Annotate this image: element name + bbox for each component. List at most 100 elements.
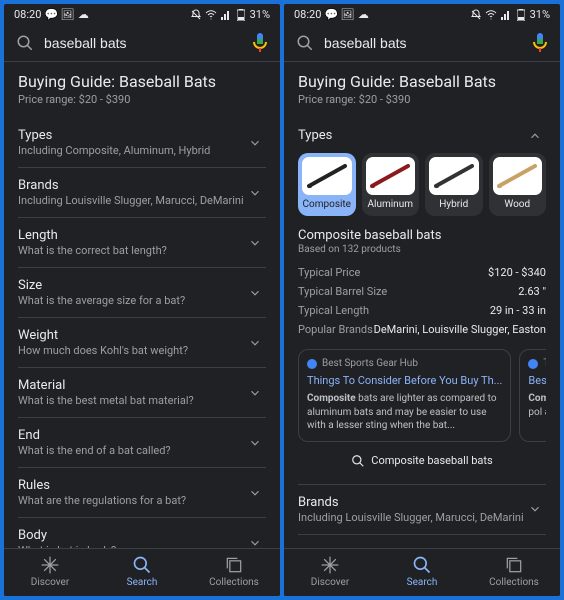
section-types[interactable]: TypesIncluding Composite, Aluminum, Hybr… (18, 118, 266, 168)
section-material[interactable]: MaterialWhat is the best metal bat mater… (18, 368, 266, 418)
nav-label: Collections (489, 577, 539, 588)
battery-icon (515, 9, 527, 21)
content-area[interactable]: Buying Guide: Baseball Bats Price range:… (284, 62, 560, 548)
chevron-up-icon[interactable] (524, 129, 546, 143)
collections-icon (224, 555, 244, 575)
chevron-down-icon[interactable] (524, 502, 546, 516)
search-input[interactable] (324, 35, 522, 51)
nav-discover[interactable]: Discover (4, 549, 96, 596)
search-bar (284, 25, 560, 62)
chat-icon: 💬 (45, 9, 57, 21)
card-title: Things To Consider Before You Buy Th... (307, 374, 502, 387)
status-time: 08:20 (294, 8, 321, 21)
section-title: Types (298, 128, 524, 143)
bat-image (366, 157, 416, 195)
guide-title: Buying Guide: Baseball Bats (18, 72, 266, 91)
chevron-down-icon[interactable] (244, 486, 266, 500)
section-title: Size (18, 278, 244, 293)
section-sub: Including Louisville Slugger, Marucci, D… (298, 511, 524, 524)
type-tiles: Composite Aluminum HybridWood (298, 153, 546, 216)
nav-collections[interactable]: Collections (188, 549, 280, 596)
battery-pct: 31% (250, 8, 270, 21)
section-title: Types (18, 128, 244, 143)
card-title: Best baseball ba (528, 374, 546, 387)
chevron-down-icon[interactable] (244, 386, 266, 400)
nav-label: Search (407, 577, 438, 588)
card-source: Best Sports Gear Hub (307, 358, 502, 369)
type-tile-hybrid[interactable]: Hybrid (425, 153, 483, 216)
voice-search-icon[interactable] (252, 33, 268, 53)
detail-label: Typical Barrel Size (298, 285, 387, 298)
section-body[interactable]: BodyWhat is bat in body? (18, 518, 266, 548)
nav-search[interactable]: Search (376, 549, 468, 596)
section-brands[interactable]: Brands Including Louisville Slugger, Mar… (298, 485, 546, 535)
section-sub: How much does Kohl's bat weight? (18, 344, 244, 357)
section-brands[interactable]: BrandsIncluding Louisville Slugger, Maru… (18, 168, 266, 218)
tile-label: Aluminum (368, 199, 413, 210)
section-sub: Including Louisville Slugger, Marucci, D… (18, 194, 244, 207)
chevron-down-icon[interactable] (244, 136, 266, 150)
detail-label: Popular Brands (298, 323, 373, 336)
content-area[interactable]: Buying Guide: Baseball Bats Price range:… (4, 62, 280, 548)
result-card[interactable]: Best Sports Gear Hub Things To Consider B… (298, 349, 511, 442)
section-title: Length (18, 228, 244, 243)
chevron-down-icon[interactable] (244, 436, 266, 450)
search-icon[interactable] (296, 34, 314, 52)
detail-value: $120 - $340 (488, 266, 546, 279)
type-tile-wood[interactable]: Wood (489, 153, 547, 216)
search-input[interactable] (44, 35, 242, 51)
section-title: Brands (18, 178, 244, 193)
collections-icon (504, 555, 524, 575)
section-title: Rules (18, 478, 244, 493)
detail-row: Typical Length29 in - 33 in (298, 301, 546, 320)
composite-search-link[interactable]: Composite baseball bats (298, 454, 546, 468)
section-sub: Including Composite, Aluminum, Hybrid (18, 144, 244, 157)
section-length[interactable]: LengthWhat is the correct bat length? (18, 218, 266, 268)
image-icon: 🖼 (341, 9, 353, 21)
result-cards[interactable]: Best Sports Gear Hub Things To Consider B… (298, 349, 546, 442)
nav-label: Search (127, 577, 158, 588)
nav-label: Discover (311, 577, 350, 588)
phone-right: 08:20 💬 🖼 ☁ 31% Buying Guide: Baseball B… (284, 4, 560, 596)
search-icon[interactable] (16, 34, 34, 52)
type-tile-composite[interactable]: Composite (298, 153, 356, 216)
result-card[interactable]: Tom LodziakBest baseball baComposite bat… (519, 349, 546, 442)
nav-search[interactable]: Search (96, 549, 188, 596)
section-weight[interactable]: WeightHow much does Kohl's bat weight? (18, 318, 266, 368)
voice-search-icon[interactable] (532, 33, 548, 53)
status-time: 08:20 (14, 8, 41, 21)
chat-icon: 💬 (325, 9, 337, 21)
discover-icon (40, 555, 60, 575)
chevron-down-icon[interactable] (244, 286, 266, 300)
detail-sub: Based on 132 products (298, 244, 546, 255)
search-nav-icon (132, 555, 152, 575)
section-types-expanded[interactable]: Types Composite Aluminum HybridWood Compos… (298, 118, 546, 485)
detail-label: Typical Price (298, 266, 360, 279)
card-snippet: Composite bats are lighter as compared t… (307, 392, 502, 433)
nav-discover[interactable]: Discover (284, 549, 376, 596)
section-end[interactable]: EndWhat is the end of a bat called? (18, 418, 266, 468)
silent-icon (470, 9, 482, 21)
nav-collections[interactable]: Collections (468, 549, 560, 596)
detail-value: 29 in - 33 in (490, 304, 546, 317)
battery-pct: 31% (530, 8, 550, 21)
nav-label: Discover (31, 577, 70, 588)
detail-row: Typical Price $120 - $340 (298, 263, 546, 282)
wifi-icon (205, 9, 217, 21)
cloud-icon: ☁ (357, 9, 369, 21)
image-icon: 🖼 (61, 9, 73, 21)
chevron-down-icon[interactable] (244, 186, 266, 200)
detail-value: DeMarini, Louisville Slugger, Easton (374, 323, 546, 336)
chevron-down-icon[interactable] (244, 536, 266, 549)
silent-icon (190, 9, 202, 21)
section-size[interactable]: SizeWhat is the average size for a bat? (18, 268, 266, 318)
section-sub: What is the average size for a bat? (18, 294, 244, 307)
chevron-down-icon[interactable] (244, 236, 266, 250)
chevron-down-icon[interactable] (244, 336, 266, 350)
card-source: Tom Lodziak (528, 358, 546, 369)
favicon (307, 359, 317, 369)
section-rules[interactable]: RulesWhat are the regulations for a bat? (18, 468, 266, 518)
status-bar: 08:20 💬 🖼 ☁ 31% (4, 4, 280, 25)
section-title: Material (18, 378, 244, 393)
type-tile-aluminum[interactable]: Aluminum (362, 153, 420, 216)
